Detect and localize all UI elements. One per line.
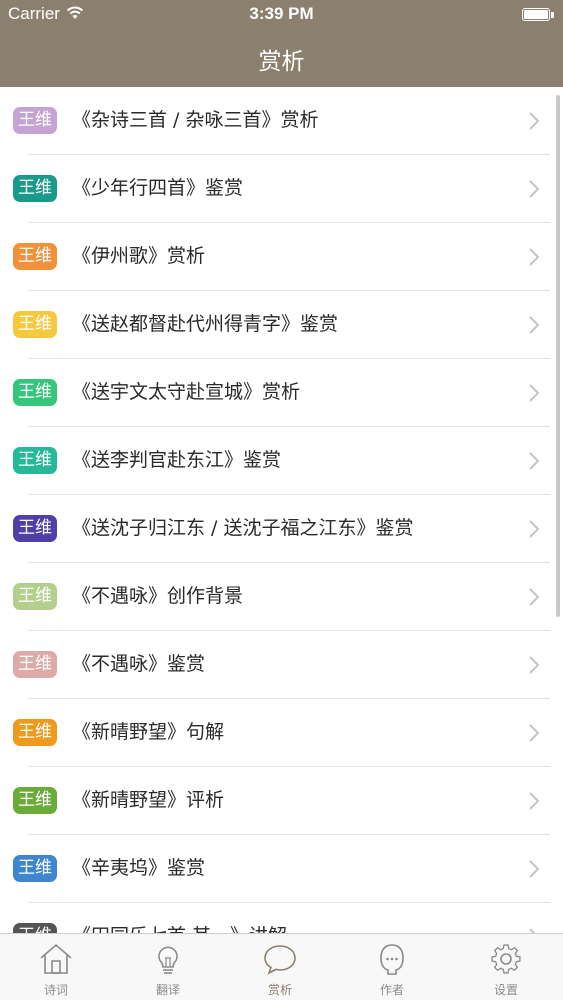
article-title: 《新晴野望》评析 (72, 789, 225, 811)
author-tag: 王维 (13, 855, 57, 882)
article-title: 《杂诗三首 / 杂咏三首》赏析 (72, 109, 319, 131)
chevron-right-icon (529, 520, 540, 538)
status-bar: Carrier 3:39 PM (0, 0, 563, 28)
article-title: 《不遇咏》鉴赏 (72, 653, 206, 675)
chevron-right-icon (529, 656, 540, 674)
list-item[interactable]: 王维 《新晴野望》评析 (0, 767, 563, 835)
author-tag: 王维 (13, 107, 57, 134)
author-tag: 王维 (13, 243, 57, 270)
author-tag: 王维 (13, 175, 57, 202)
article-title: 《送宇文太守赴宣城》赏析 (72, 381, 301, 403)
list-item[interactable]: 王维 《送赵都督赴代州得青字》鉴赏 (0, 291, 563, 359)
gear-icon (491, 944, 521, 974)
article-title: 《田园乐七首·其一》讲解 (72, 923, 287, 933)
chevron-right-icon (529, 112, 540, 130)
chevron-right-icon (529, 316, 540, 334)
list-item[interactable]: 王维 《杂诗三首 / 杂咏三首》赏析 (0, 87, 563, 155)
tab-label: 翻译 (155, 983, 180, 997)
list-item[interactable]: 王维 《辛夷坞》鉴赏 (0, 835, 563, 903)
author-tag: 王维 (13, 787, 57, 814)
clock: 3:39 PM (249, 4, 314, 23)
chevron-right-icon (529, 588, 540, 606)
list-item[interactable]: 王维 《不遇咏》创作背景 (0, 563, 563, 631)
chevron-right-icon (529, 452, 540, 470)
article-title: 《送沈子归江东 / 送沈子福之江东》鉴赏 (72, 517, 414, 539)
article-title: 《不遇咏》创作背景 (72, 585, 244, 607)
chevron-right-icon (529, 384, 540, 402)
list-item[interactable]: 王维 《少年行四首》鉴赏 (0, 155, 563, 223)
author-tag: 王维 (13, 515, 57, 542)
tab-label: 诗词 (43, 983, 68, 997)
scroll-indicator (556, 95, 560, 617)
chevron-right-icon (529, 248, 540, 266)
author-tag: 王维 (13, 719, 57, 746)
article-title: 《送李判官赴东江》鉴赏 (72, 449, 282, 471)
person-icon (380, 944, 404, 975)
article-title: 《少年行四首》鉴赏 (72, 177, 244, 199)
chevron-right-icon (529, 860, 540, 878)
chevron-right-icon (529, 724, 540, 742)
speech-bubble-icon (264, 945, 296, 975)
list-item[interactable]: 王维 《伊州歌》赏析 (0, 223, 563, 291)
battery-tip (551, 12, 554, 18)
lightbulb-icon (158, 946, 178, 974)
author-tag: 王维 (13, 447, 57, 474)
tab-label: 设置 (493, 983, 518, 997)
tab-label: 赏析 (267, 983, 292, 997)
house-icon (40, 943, 72, 974)
article-title: 《伊州歌》赏析 (72, 245, 206, 267)
tab-label: 作者 (379, 983, 404, 997)
list-item[interactable]: 王维 《田园乐七首·其一》讲解 (0, 903, 563, 933)
tab-settings[interactable]: 设置 (450, 934, 562, 1000)
list-item[interactable]: 王维 《送沈子归江东 / 送沈子福之江东》鉴赏 (0, 495, 563, 563)
author-tag: 王维 (13, 379, 57, 406)
author-tag: 王维 (13, 311, 57, 338)
list-item[interactable]: 王维 《不遇咏》鉴赏 (0, 631, 563, 699)
tab-bar: 诗词 翻译 赏析 作者 设置 (0, 933, 563, 1000)
article-title: 《辛夷坞》鉴赏 (72, 857, 206, 879)
chevron-right-icon (529, 180, 540, 198)
navigation-bar: 赏析 (0, 28, 563, 87)
battery-icon (522, 8, 550, 21)
chevron-right-icon (529, 792, 540, 810)
article-title: 《送赵都督赴代州得青字》鉴赏 (72, 313, 339, 335)
author-tag: 王维 (13, 923, 57, 933)
page-title: 赏析 (258, 49, 305, 75)
tab-poems[interactable]: 诗词 (0, 934, 112, 1000)
author-tag: 王维 (13, 583, 57, 610)
tab-appreciation[interactable]: 赏析 (224, 934, 336, 1000)
author-tag: 王维 (13, 651, 57, 678)
article-list[interactable]: 王维 《杂诗三首 / 杂咏三首》赏析 王维 《少年行四首》鉴赏 王维 《伊州歌》赏析 王维《… (0, 87, 563, 933)
list-item[interactable]: 王维 《新晴野望》句解 (0, 699, 563, 767)
list-item[interactable]: 王维 《送李判官赴东江》鉴赏 (0, 427, 563, 495)
list-item[interactable]: 王维 《送宇文太守赴宣城》赏析 (0, 359, 563, 427)
tab-translation[interactable]: 翻译 (112, 934, 224, 1000)
article-title: 《新晴野望》句解 (72, 721, 225, 743)
tab-author[interactable]: 作者 (336, 934, 448, 1000)
